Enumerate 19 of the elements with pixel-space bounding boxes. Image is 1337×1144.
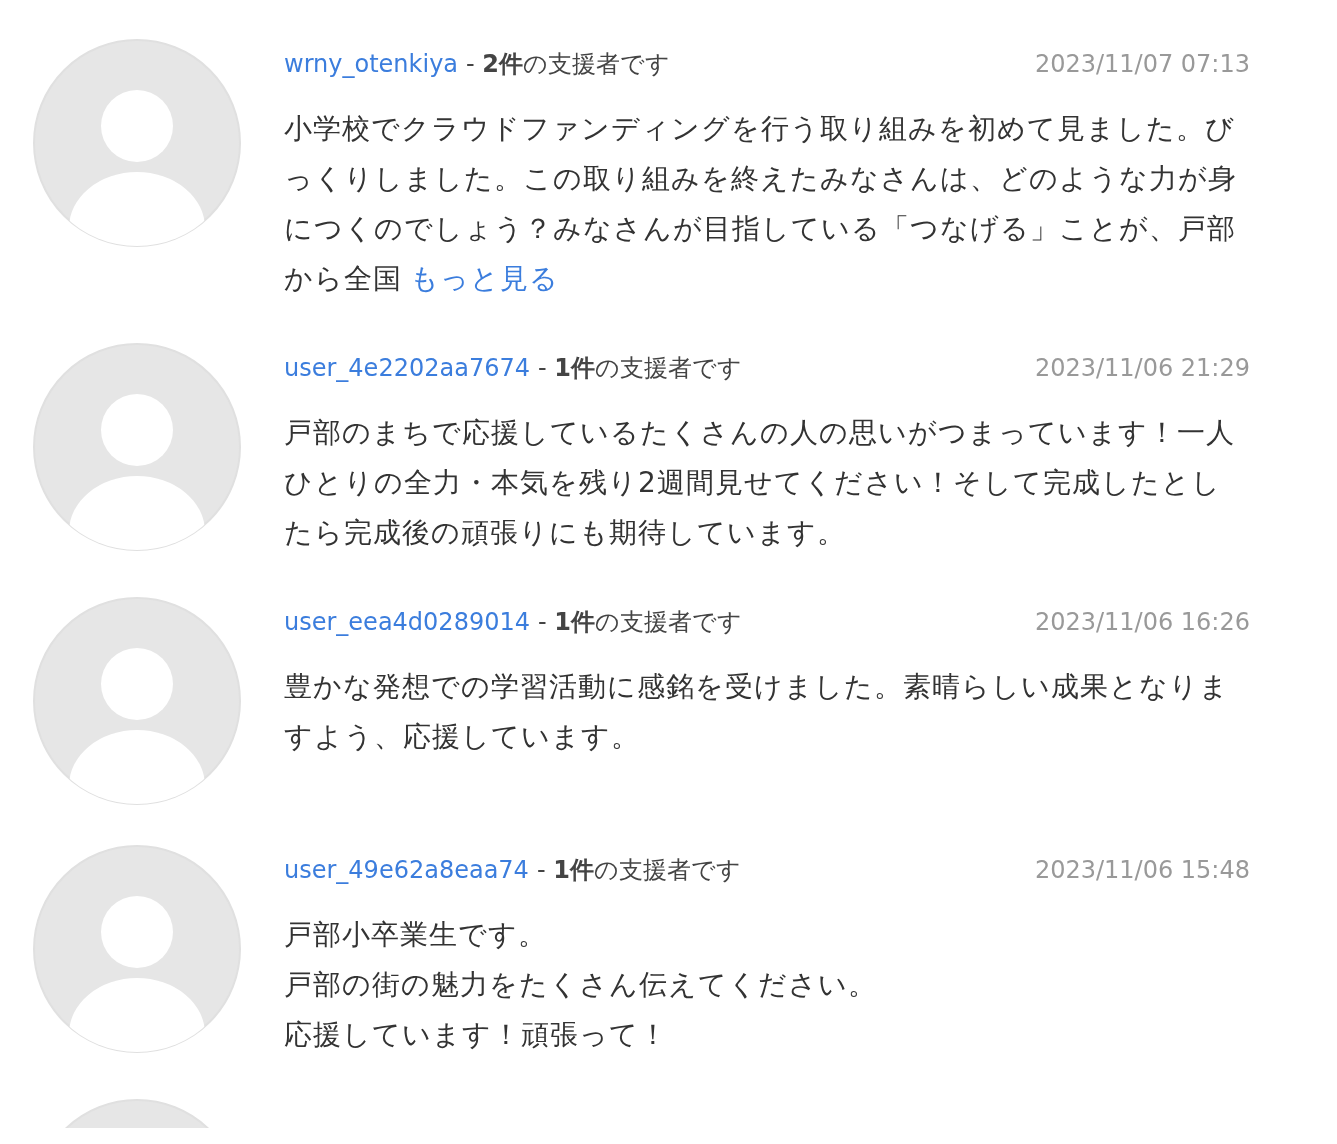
username-link[interactable]: user_eea4d0289014 <box>284 604 530 640</box>
comment-date: 2023/11/06 16:26 <box>1034 607 1250 638</box>
comment-text: 戸部のまちで応援しているたくさんの人の思いがつまっています！一人ひとりの全力・本気を残り2週間見せてください！そして完成したとしたら完成後の頑張りにも期待しています。 <box>284 415 1236 551</box>
comment-date: 2023/11/06 15:48 <box>1034 855 1250 886</box>
supporter-count: - 1件の支援者です <box>536 855 741 886</box>
username-link[interactable]: wrny_otenkiya <box>284 46 459 82</box>
comment-date: 2023/11/06 21:29 <box>1034 353 1250 384</box>
comment-text: 応援しています！頑張って！ <box>284 1017 669 1053</box>
supporter-count: - 1件の支援者です <box>537 353 742 384</box>
comment-text: 豊かな発想での学習活動に感銘を受けました。素晴らしい成果となりますよう、応援しています。 <box>284 669 1230 755</box>
username-link[interactable]: user_49e62a8eaa74 <box>284 852 529 888</box>
comment-text: 小学校でクラウドファンディングを行う取り組みを初めて見ました。びっくりしました。この取り組みを終えたみなさんは、どのような力が身につくのでしょう？みなさんが目指している「つなげる」ことが、戸部から全国 もっと見る <box>284 111 1238 297</box>
more-link[interactable]: もっと見る <box>410 262 559 295</box>
supporter-count: - 2件の支援者です <box>466 49 671 80</box>
comment-text: 戸部の街の魅力をたくさん伝えてください。 <box>284 967 878 1003</box>
supporter-count: - 1件の支援者です <box>538 607 742 638</box>
username-link[interactable]: user_4e2202aa7674 <box>284 350 530 386</box>
comment-date: 2023/11/07 07:13 <box>1034 49 1250 80</box>
comment-text: 戸部小卒業生です。 <box>284 917 548 953</box>
